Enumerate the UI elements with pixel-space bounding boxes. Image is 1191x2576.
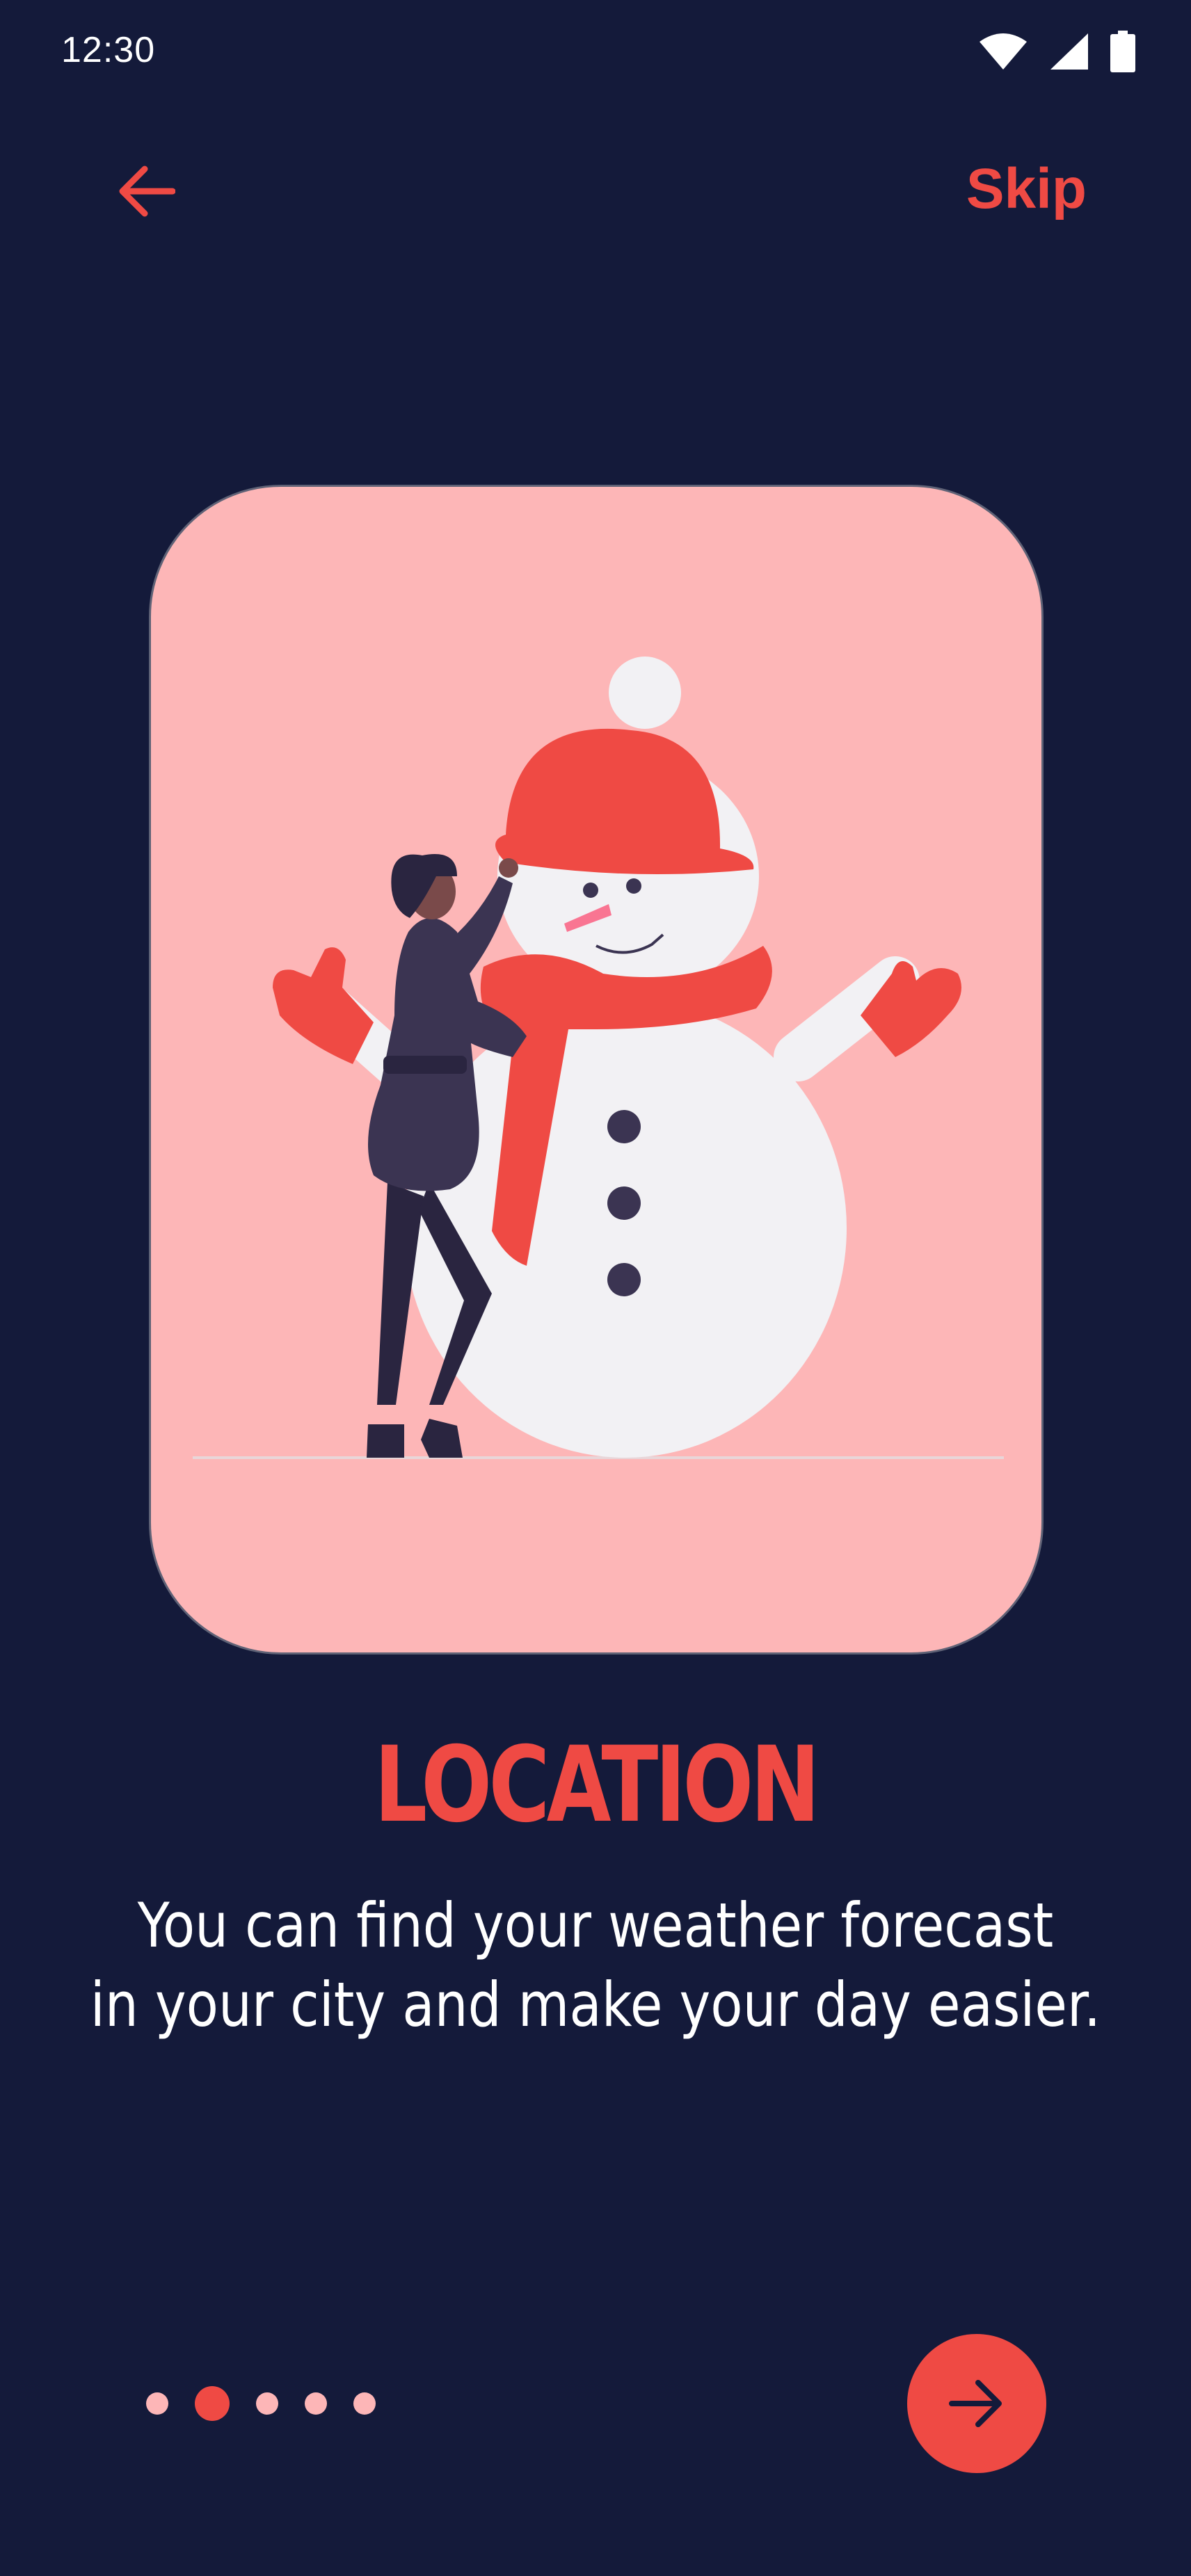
description-line-2: in your city and make your day easier. bbox=[90, 1969, 1101, 2040]
page-dot-1 bbox=[146, 2392, 168, 2415]
page-dot-2-active bbox=[195, 2386, 230, 2421]
page-indicator bbox=[146, 2385, 376, 2422]
page-description: You can find your weather forecast in yo… bbox=[83, 1886, 1108, 2045]
cellular-signal-icon bbox=[1050, 33, 1088, 70]
wifi-icon bbox=[980, 33, 1027, 70]
status-time: 12:30 bbox=[61, 30, 156, 70]
page-dot-5 bbox=[353, 2392, 376, 2415]
back-button[interactable] bbox=[104, 150, 188, 233]
snowman-illustration bbox=[193, 657, 1004, 1459]
description-line-1: You can find your weather forecast bbox=[137, 1890, 1054, 1961]
status-bar: 12:30 bbox=[0, 0, 1191, 104]
page-dot-3 bbox=[256, 2392, 278, 2415]
status-icons bbox=[978, 31, 1135, 72]
skip-button[interactable]: Skip bbox=[966, 156, 1087, 222]
illustration-card bbox=[149, 485, 1044, 1655]
battery-icon bbox=[1110, 31, 1135, 72]
arrow-left-icon bbox=[119, 166, 175, 217]
arrow-right-icon bbox=[949, 2380, 1002, 2427]
page-dot-4 bbox=[305, 2392, 327, 2415]
next-button[interactable] bbox=[907, 2334, 1046, 2473]
page-title: LOCATION bbox=[374, 1725, 820, 1846]
